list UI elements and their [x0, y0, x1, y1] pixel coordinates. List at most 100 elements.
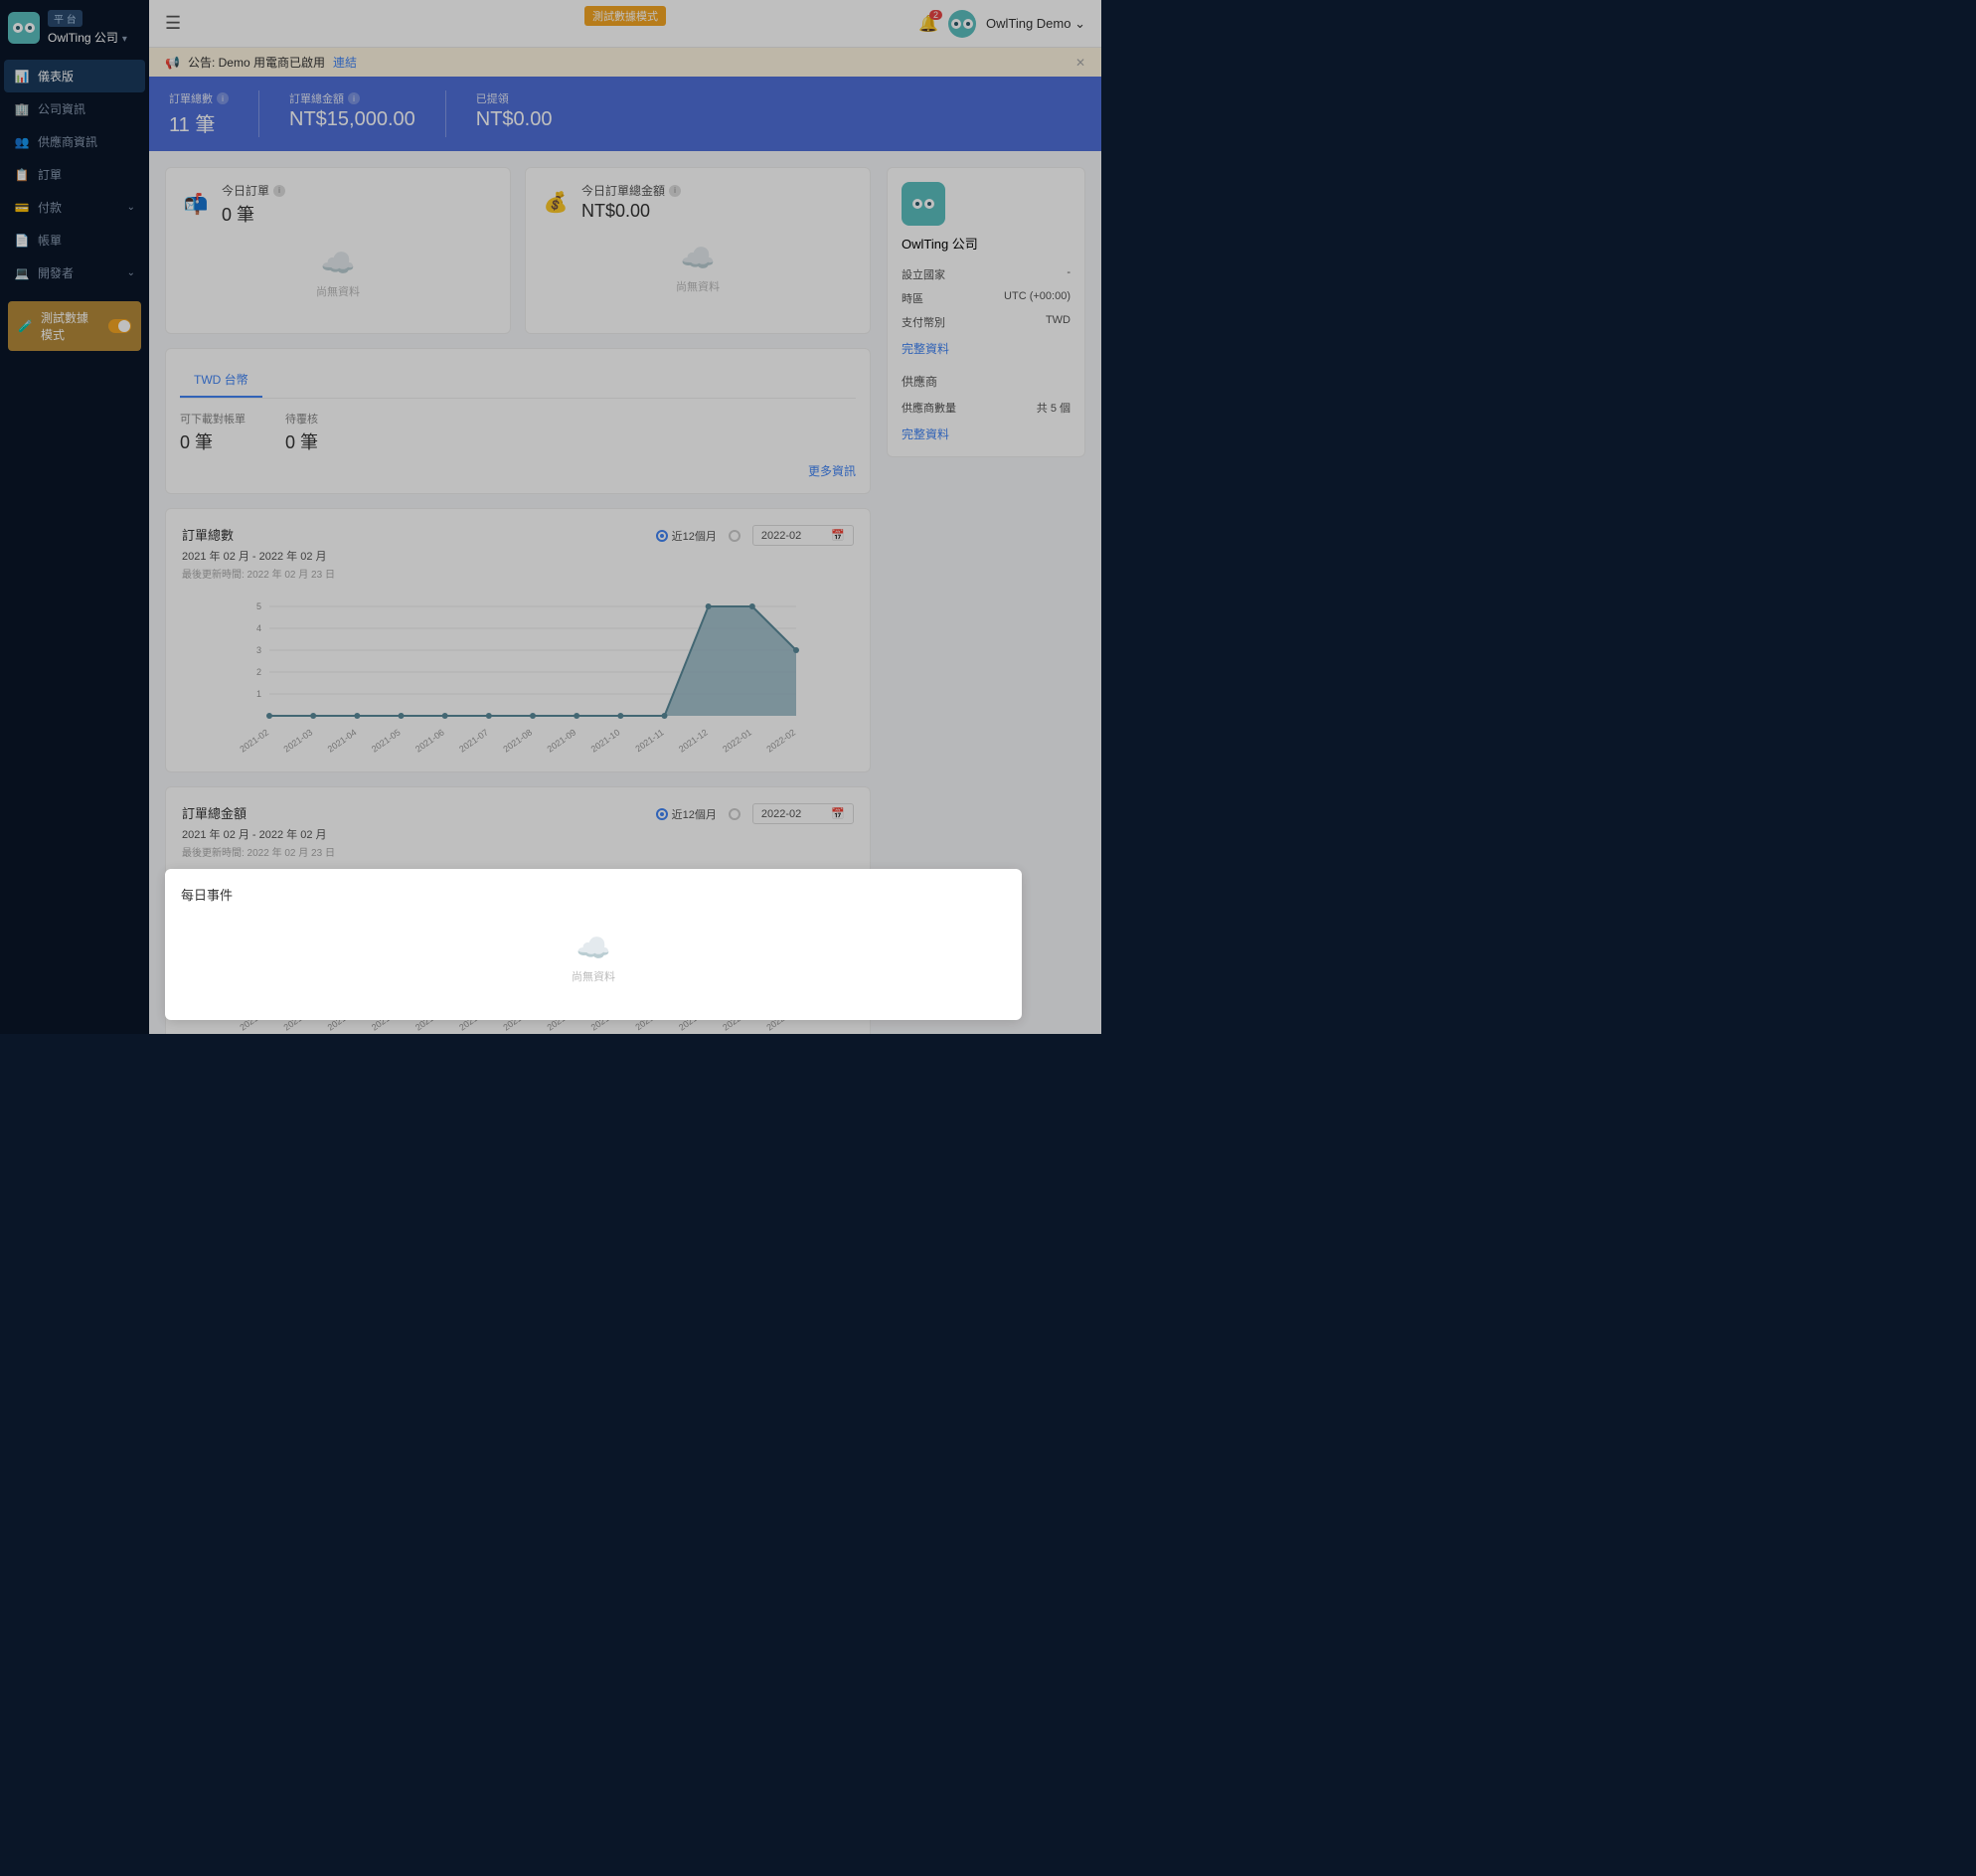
test-mode-icon: 🧪	[18, 319, 33, 333]
org-name: OwlTing 公司▾	[48, 29, 127, 46]
sidebar-item-orders[interactable]: 📋 訂單	[4, 158, 145, 191]
date-picker[interactable]: 2022-02📅	[752, 803, 854, 824]
building-icon: 🏢	[14, 101, 30, 117]
full-data-link[interactable]: 完整資料	[902, 426, 1070, 442]
calendar-icon: 📅	[831, 807, 845, 820]
svg-text:3: 3	[256, 645, 261, 655]
svg-text:2021-06: 2021-06	[413, 727, 446, 754]
info-row: 時區UTC (+00:00)	[902, 286, 1070, 310]
chevron-down-icon: ⌄	[1074, 16, 1085, 31]
svg-text:2021-04: 2021-04	[326, 727, 359, 754]
sidebar: 平 台 OwlTing 公司▾ 📊 儀表版 🏢 公司資訊 👥 供應商資訊 📋 訂單 💳付…	[0, 0, 149, 1034]
svg-text:2021-03: 2021-03	[282, 727, 315, 754]
stat-value: 11 筆	[169, 108, 229, 137]
notifications-button[interactable]: 🔔 2	[918, 14, 938, 34]
stat-label: 可下載對帳單	[180, 411, 246, 426]
svg-text:2022-01: 2022-01	[721, 727, 753, 754]
sidebar-item-label: 帳單	[38, 232, 62, 249]
svg-text:2022-02: 2022-02	[764, 727, 797, 754]
sidebar-item-company[interactable]: 🏢 公司資訊	[4, 92, 145, 125]
dashboard-icon: 📊	[14, 69, 30, 85]
orders-icon: 📬	[180, 193, 212, 217]
test-mode-label: 測試數據模式	[41, 309, 100, 343]
announcement-text: 公告: Demo 用電商已啟用	[188, 54, 325, 71]
empty-text: 尚無資料	[540, 278, 856, 294]
sidebar-item-billing[interactable]: 📄 帳單	[4, 224, 145, 256]
full-data-link[interactable]: 完整資料	[902, 340, 1070, 357]
info-icon[interactable]: i	[348, 92, 360, 104]
chart-meta: 最後更新時間: 2022 年 02 月 23 日	[182, 844, 854, 859]
empty-icon: ☁️	[180, 247, 496, 279]
svg-text:1: 1	[256, 689, 261, 699]
toggle-switch[interactable]	[108, 319, 131, 333]
svg-text:2: 2	[256, 667, 261, 677]
sidebar-item-label: 供應商資訊	[38, 133, 97, 150]
radio-custom[interactable]	[729, 808, 741, 820]
doc-icon: 📄	[14, 233, 30, 249]
info-icon[interactable]: i	[273, 185, 285, 197]
chart-orders-count: 近12個月 2022-02📅 訂單總數 2021 年 02 月 - 2022 年…	[165, 508, 871, 772]
tab-twd[interactable]: TWD 台幣	[180, 363, 262, 398]
menu-icon[interactable]: ☰	[165, 13, 181, 34]
svg-text:2021-12: 2021-12	[677, 727, 710, 754]
radio-12months[interactable]: 近12個月	[656, 806, 717, 822]
more-info-link[interactable]: 更多資訊	[180, 462, 856, 479]
svg-text:2021-07: 2021-07	[457, 727, 490, 754]
avatar[interactable]	[948, 10, 976, 38]
empty-icon: ☁️	[181, 932, 1006, 964]
empty-icon: ☁️	[540, 242, 856, 274]
users-icon: 👥	[14, 134, 30, 150]
info-icon[interactable]: i	[217, 92, 229, 104]
info-row: 設立國家-	[902, 262, 1070, 286]
calendar-icon: 📅	[831, 529, 845, 542]
stat-downloadable: 可下載對帳單 0 筆	[180, 411, 246, 454]
radio-custom[interactable]	[729, 530, 741, 542]
sidebar-item-developer[interactable]: 💻開發者⌄	[4, 256, 145, 289]
info-icon[interactable]: i	[669, 185, 681, 197]
card-today-amount: 💰 今日訂單總金額i NT$0.00 ☁️ 尚無資料	[525, 167, 871, 334]
radio-12months[interactable]: 近12個月	[656, 528, 717, 544]
daily-title: 每日事件	[181, 885, 1006, 904]
empty-state: ☁️ 尚無資料	[181, 912, 1006, 1004]
sidebar-item-label: 訂單	[38, 166, 62, 183]
sidebar-item-vendor[interactable]: 👥 供應商資訊	[4, 125, 145, 158]
announcement-link[interactable]: 連結	[333, 54, 357, 71]
sidebar-item-label: 開發者	[38, 264, 74, 281]
sidebar-item-label: 儀表版	[38, 68, 74, 85]
card-currency: TWD 台幣 可下載對帳單 0 筆 待覆核 0 筆 更多資訊	[165, 348, 871, 494]
company-name: OwlTing 公司	[902, 234, 1070, 253]
sidebar-item-label: 公司資訊	[38, 100, 85, 117]
chevron-down-icon: ▾	[122, 34, 127, 45]
sidebar-item-label: 付款	[38, 199, 62, 216]
stats-bar: 訂單總數 i 11 筆 訂單總金額 i NT$15,000.00 已提領 NT$0.…	[149, 77, 1101, 151]
close-icon[interactable]: ✕	[1075, 56, 1085, 70]
topbar: ☰ 測試數據模式 🔔 2 OwlTing Demo ⌄	[149, 0, 1101, 48]
stat-total-amount: 訂單總金額 i NT$15,000.00	[289, 90, 446, 137]
card-today-orders: 📬 今日訂單i 0 筆 ☁️ 尚無資料	[165, 167, 511, 334]
test-mode-toggle[interactable]: 🧪 測試數據模式	[8, 301, 141, 351]
empty-text: 尚無資料	[181, 968, 1006, 984]
stat-withdrawn: 已提領 NT$0.00	[476, 90, 582, 137]
card-label: 今日訂單總金額	[581, 182, 665, 199]
sidebar-item-payment[interactable]: 💳付款⌄	[4, 191, 145, 224]
org-selector[interactable]: 平 台 OwlTing 公司▾	[0, 0, 149, 56]
empty-state: ☁️ 尚無資料	[540, 222, 856, 314]
daily-events-card: 每日事件 ☁️ 尚無資料	[165, 869, 1022, 1020]
org-logo	[8, 12, 40, 44]
svg-text:2021-09: 2021-09	[546, 727, 578, 754]
svg-text:2021-05: 2021-05	[370, 727, 403, 754]
stat-label: 待覆核	[285, 411, 318, 426]
notification-count: 2	[929, 10, 942, 20]
stat-label: 訂單總數	[169, 90, 213, 106]
empty-state: ☁️ 尚無資料	[180, 227, 496, 319]
stat-label: 訂單總金額	[289, 90, 344, 106]
stat-value: NT$15,000.00	[289, 108, 415, 131]
sidebar-item-dashboard[interactable]: 📊 儀表版	[4, 60, 145, 92]
date-picker[interactable]: 2022-02📅	[752, 525, 854, 546]
chart-meta: 最後更新時間: 2022 年 02 月 23 日	[182, 566, 854, 581]
user-menu[interactable]: OwlTing Demo ⌄	[986, 16, 1085, 32]
card-value: 0 筆	[222, 201, 285, 227]
announcement-bar: 📢 公告: Demo 用電商已啟用 連結 ✕	[149, 48, 1101, 77]
clipboard-icon: 📋	[14, 167, 30, 183]
chevron-down-icon: ⌄	[127, 267, 135, 278]
